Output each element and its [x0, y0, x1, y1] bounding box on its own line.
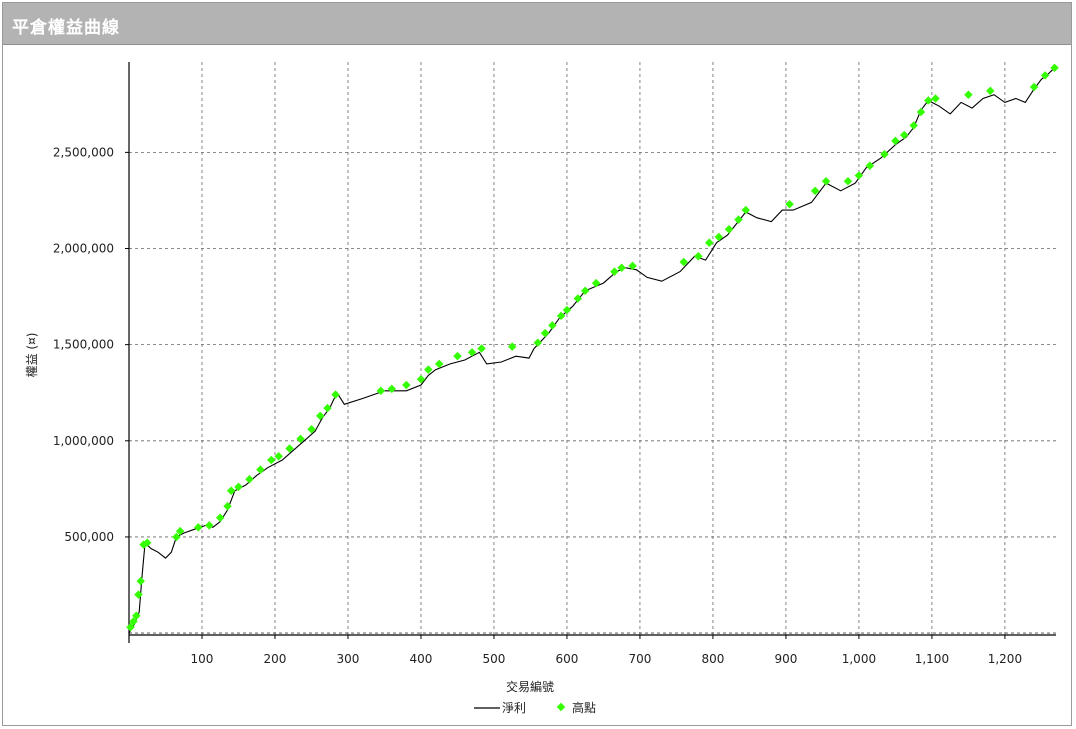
- x-tick-label: 400: [410, 652, 433, 666]
- tick-labels: 100 200 300 400 500 600 700 800 900 1,000 1,100 1,2…: [53, 145, 1022, 666]
- x-axis-label: 交易編號: [506, 679, 554, 694]
- x-tick-label: 500: [483, 652, 506, 666]
- y-tick-label: 500,000: [64, 530, 114, 544]
- x-tick-label: 900: [774, 652, 797, 666]
- high-point-marker: [785, 200, 794, 209]
- high-point-marker: [453, 351, 462, 361]
- legend-label-net-profit: 淨利: [502, 701, 526, 715]
- high-point-marker: [416, 375, 426, 384]
- equity-chart: 100 200 300 400 500 600 700 800 900 1,000 1,100 1,2…: [25, 62, 1059, 715]
- high-point-marker: [562, 305, 572, 315]
- x-tick-label: 100: [191, 652, 214, 666]
- high-point-marker: [315, 411, 325, 421]
- y-tick-label: 2,000,000: [53, 242, 114, 256]
- high-point-marker: [610, 267, 619, 276]
- axes: [125, 62, 1056, 643]
- high-point-marker: [376, 386, 386, 396]
- high-point-marker: [694, 251, 703, 261]
- high-point-marker: [134, 590, 143, 599]
- high-point-marker: [986, 86, 995, 96]
- high-point-marker: [548, 321, 557, 330]
- high-point-marker: [477, 344, 486, 353]
- y-axis-label: 權益 (¤): [25, 333, 39, 378]
- grid-lines: [129, 62, 1056, 635]
- x-tick-label: 1,200: [988, 652, 1022, 666]
- high-point-marker: [591, 278, 601, 288]
- legend: 淨利 高點: [474, 700, 596, 715]
- high-point-marker: [854, 171, 864, 180]
- x-tick-label: 1,100: [915, 652, 949, 666]
- x-tick-label: 1,000: [842, 652, 876, 666]
- high-point-marker: [924, 96, 933, 105]
- high-point-marker: [267, 455, 276, 465]
- high-point-marker: [909, 121, 918, 130]
- high-point-marker: [724, 225, 734, 234]
- y-tick-label: 1,000,000: [53, 434, 114, 448]
- high-point-marker: [714, 232, 724, 242]
- legend-label-highs: 高點: [572, 700, 596, 715]
- high-point-marker: [467, 348, 477, 357]
- high-point-marker: [205, 521, 214, 530]
- high-point-marker: [964, 90, 973, 99]
- x-tick-label: 300: [337, 652, 360, 666]
- high-point-marker: [540, 328, 550, 338]
- y-tick-label: 1,500,000: [53, 338, 114, 352]
- high-point-marker: [136, 576, 145, 586]
- high-point-marker: [556, 311, 566, 321]
- high-point-marker: [245, 475, 254, 484]
- legend-marker-swatch: [556, 702, 566, 712]
- y-tick-label: 2,500,000: [53, 145, 114, 159]
- high-point-marker: [194, 523, 203, 532]
- high-point-marker: [931, 94, 940, 103]
- x-tick-label: 800: [701, 652, 724, 666]
- high-point-marker: [215, 513, 225, 522]
- high-point-marker: [507, 342, 517, 351]
- high-point-marker: [899, 130, 909, 140]
- high-point-marker: [533, 338, 542, 347]
- x-tick-label: 700: [628, 652, 651, 666]
- high-point-marker: [916, 107, 926, 117]
- high-point-marker: [256, 465, 265, 474]
- high-point-marker: [705, 238, 714, 247]
- high-point-marker: [402, 380, 411, 390]
- x-tick-label: 600: [555, 652, 578, 666]
- high-point-marker: [843, 176, 853, 186]
- high-point-marker: [387, 384, 397, 394]
- high-point-marker: [891, 136, 900, 146]
- x-tick-label: 200: [264, 652, 287, 666]
- series-layer: [126, 63, 1059, 634]
- high-point-marker: [331, 390, 340, 399]
- high-point-marker: [274, 451, 283, 461]
- high-point-marker: [1029, 82, 1039, 92]
